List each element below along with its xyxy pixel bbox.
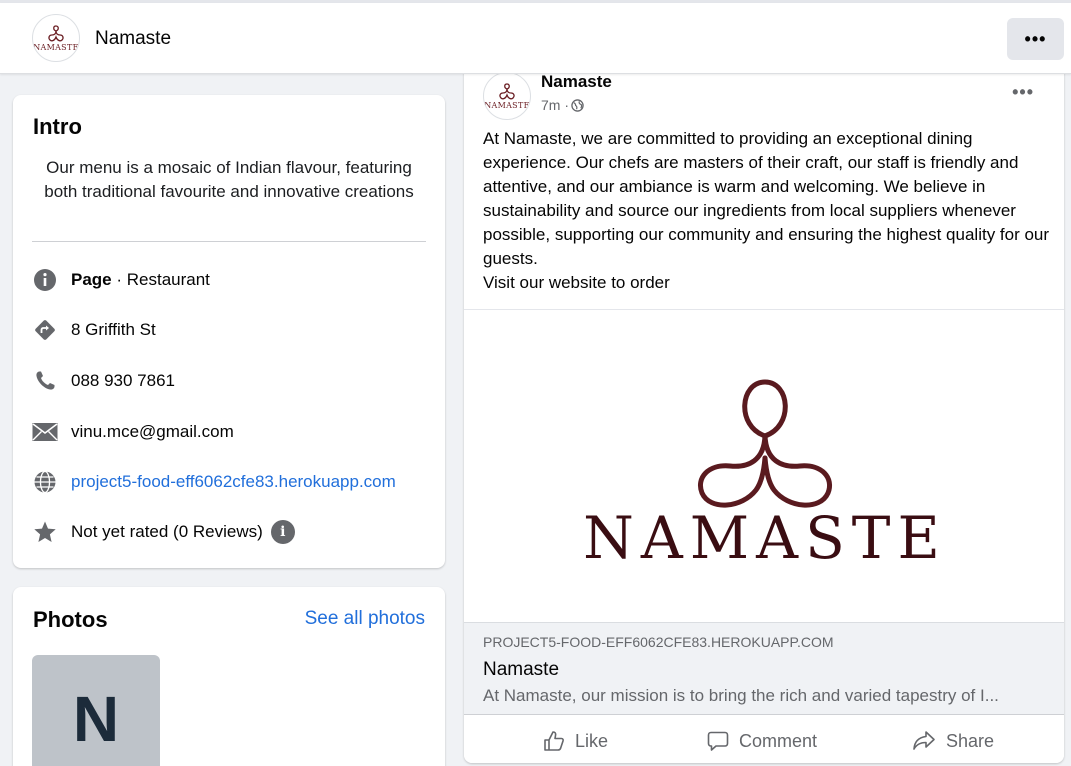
email-icon xyxy=(32,419,58,445)
info-address: 8 Griffith St xyxy=(32,317,156,343)
page-title[interactable]: Namaste xyxy=(95,28,171,50)
post-author-name[interactable]: Namaste xyxy=(541,72,612,92)
share-label: Share xyxy=(946,730,995,751)
post-text-paragraph: At Namaste, we are committed to providin… xyxy=(483,129,1050,268)
rating-info-icon[interactable]: i xyxy=(270,520,295,544)
divider xyxy=(32,241,426,242)
share-button[interactable]: Share xyxy=(912,725,994,757)
namaste-logo-image: NAMASTE xyxy=(583,379,947,572)
post-image[interactable]: NAMASTE xyxy=(464,309,1064,622)
image-logo-text: NAMASTE xyxy=(583,504,947,572)
info-website: project5-food-eff6062cfe83.herokuapp.com xyxy=(32,469,396,495)
category-value: · Restaurant xyxy=(111,270,210,289)
post-time[interactable]: 7m · xyxy=(541,97,569,113)
category-label: Page xyxy=(71,270,112,289)
website-link[interactable]: project5-food-eff6062cfe83.herokuapp.com xyxy=(71,472,396,492)
post-text-cta: Visit our website to order xyxy=(483,273,670,292)
page-logo[interactable]: NAMASTE xyxy=(32,14,80,62)
photo-thumbnail[interactable]: N xyxy=(32,655,160,766)
comment-icon xyxy=(707,731,729,751)
globe-icon xyxy=(32,469,58,495)
logo-text: NAMASTE xyxy=(33,42,79,52)
more-icon: ••• xyxy=(1024,28,1047,49)
link-title: Namaste xyxy=(483,659,560,680)
photos-title: Photos xyxy=(33,607,108,632)
info-icon xyxy=(32,267,58,293)
post-card: NAMASTE Namaste 7m · ••• At Namaste, we … xyxy=(464,60,1064,763)
link-preview[interactable]: PROJECT5-FOOD-EFF6062CFE83.HEROKUAPP.COM… xyxy=(464,622,1064,714)
post-meta: 7m · xyxy=(541,97,584,113)
share-icon xyxy=(913,731,935,750)
info-phone: 088 930 7861 xyxy=(32,368,175,394)
intro-bio: Our menu is a mosaic of Indian flavour, … xyxy=(44,158,414,201)
thumbs-up-icon xyxy=(544,731,564,751)
phone-text: 088 930 7861 xyxy=(71,371,175,390)
rating-text: Not yet rated (0 Reviews) xyxy=(71,522,263,541)
link-description: At Namaste, our mission is to bring the … xyxy=(483,686,999,705)
page-header: NAMASTE Namaste ••• xyxy=(0,3,1071,74)
info-email: vinu.mce@gmail.com xyxy=(32,419,234,445)
photos-card: Photos See all photos N xyxy=(13,587,445,766)
lotus-logo-icon xyxy=(499,82,515,99)
comment-label: Comment xyxy=(739,730,818,751)
directions-icon xyxy=(32,317,58,343)
comment-button[interactable]: Comment xyxy=(707,725,817,757)
see-all-photos-link[interactable]: See all photos xyxy=(305,608,425,630)
like-label: Like xyxy=(575,730,609,751)
public-globe-icon xyxy=(571,98,584,112)
post-body: At Namaste, we are committed to providin… xyxy=(483,127,1051,295)
post-more-button[interactable]: ••• xyxy=(1012,82,1034,103)
phone-icon xyxy=(32,368,58,394)
info-category: Page · Restaurant xyxy=(32,267,210,293)
intro-card: Intro Our menu is a mosaic of Indian fla… xyxy=(13,95,445,568)
email-text[interactable]: vinu.mce@gmail.com xyxy=(71,422,234,442)
logo-text: NAMASTE xyxy=(484,100,530,110)
star-icon xyxy=(32,519,58,545)
post-actions: Like Comment Share xyxy=(464,714,1064,763)
lotus-logo-icon xyxy=(48,24,64,41)
address-text: 8 Griffith St xyxy=(71,320,156,339)
link-domain: PROJECT5-FOOD-EFF6062CFE83.HEROKUAPP.COM xyxy=(483,634,834,650)
like-button[interactable]: Like xyxy=(543,725,608,757)
post-author-avatar[interactable]: NAMASTE xyxy=(483,72,531,120)
info-rating: Not yet rated (0 Reviews) i xyxy=(32,519,295,545)
intro-title: Intro xyxy=(33,114,82,139)
more-options-button[interactable]: ••• xyxy=(1007,18,1064,60)
